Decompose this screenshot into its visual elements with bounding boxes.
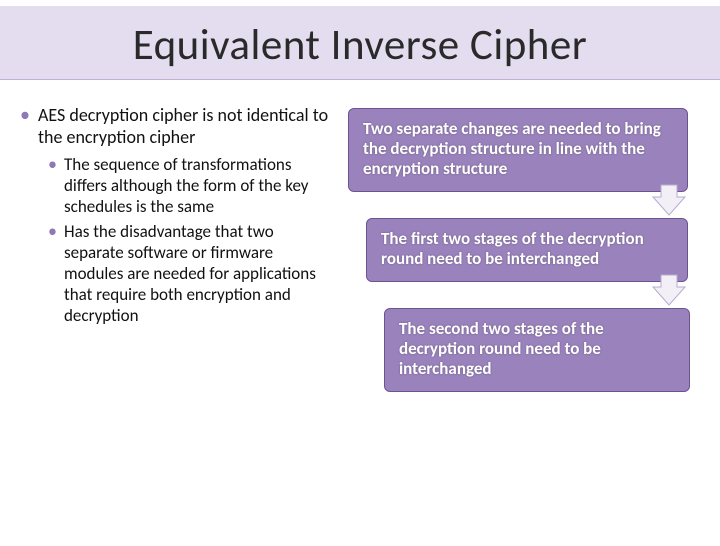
bullet-sub: • The sequence of transformations differ…	[48, 154, 330, 217]
callout-text: Two separate changes are needed to bring…	[363, 119, 673, 179]
callout-box-1: Two separate changes are needed to bring…	[348, 108, 688, 192]
bullet-sub-text: Has the disadvantage that two separate s…	[64, 221, 330, 326]
callout-text: The second two stages of the decryption …	[399, 319, 675, 379]
callout-box-3: The second two stages of the decryption …	[384, 308, 690, 392]
left-column: • AES decryption cipher is not identical…	[20, 104, 330, 392]
bullet-main: • AES decryption cipher is not identical…	[20, 104, 330, 148]
callout-text: The first two stages of the decryption r…	[381, 229, 673, 269]
bullet-main-text: AES decryption cipher is not identical t…	[38, 104, 330, 148]
right-column: Two separate changes are needed to bring…	[348, 104, 700, 392]
bullet-dot-icon: •	[48, 221, 64, 326]
callout-box-2: The first two stages of the decryption r…	[366, 218, 688, 282]
down-arrow-icon	[649, 183, 689, 217]
bullet-sub: • Has the disadvantage that two separate…	[48, 221, 330, 326]
title-band: Equivalent Inverse Cipher	[0, 6, 720, 80]
content-area: • AES decryption cipher is not identical…	[0, 80, 720, 392]
bullet-dot-icon: •	[20, 104, 38, 148]
bullet-dot-icon: •	[48, 154, 64, 217]
slide-title: Equivalent Inverse Cipher	[0, 18, 720, 71]
down-arrow-icon	[649, 273, 689, 307]
bullet-sub-text: The sequence of transformations differs …	[64, 154, 330, 217]
